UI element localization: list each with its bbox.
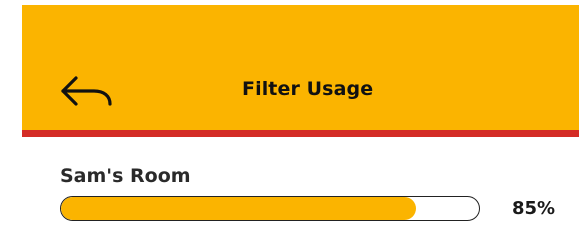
room-name: Sam's Room — [60, 165, 191, 187]
header-accent-line — [22, 130, 579, 137]
usage-percent-label: 85% — [512, 198, 556, 219]
back-button[interactable] — [56, 70, 120, 114]
back-arrow-icon — [61, 76, 112, 106]
filter-usage-progress-fill — [61, 197, 417, 220]
filter-usage-progress-bar — [60, 196, 480, 221]
page-title: Filter Usage — [242, 78, 374, 100]
